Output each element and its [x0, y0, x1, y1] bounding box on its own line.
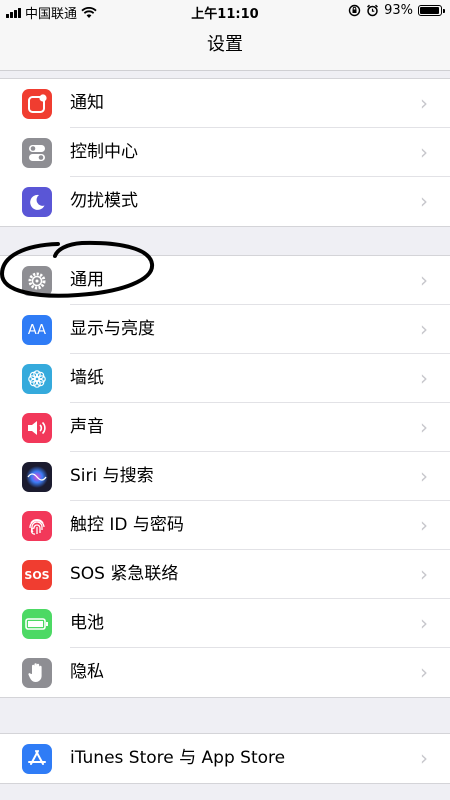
settings-row-label: 声音 [70, 417, 104, 437]
settings-row-control-center[interactable]: 控制中心 › [0, 128, 450, 177]
chevron-right-icon: › [420, 415, 428, 439]
app-store-icon [22, 744, 52, 774]
chevron-right-icon: › [420, 464, 428, 488]
battery-percent: 93% [384, 3, 413, 18]
settings-row-label: 通用 [70, 270, 104, 290]
settings-row-touch-id-passcode[interactable]: 触控 ID 与密码 › [0, 501, 450, 550]
flower-icon [22, 364, 52, 394]
page-title: 设置 [207, 34, 243, 55]
nav-bar: 设置 [0, 22, 450, 71]
moon-icon [22, 187, 52, 217]
chevron-right-icon: › [420, 660, 428, 684]
settings-row-notifications[interactable]: 通知 › [0, 79, 450, 128]
settings-row-label: 电池 [70, 613, 104, 633]
settings-row-label: 触控 ID 与密码 [70, 515, 184, 535]
settings-row-do-not-disturb[interactable]: 勿扰模式 › [0, 177, 450, 226]
battery-fill [420, 7, 439, 14]
chevron-right-icon: › [420, 366, 428, 390]
settings-row-label: 通知 [70, 93, 104, 113]
settings-row-sounds[interactable]: 声音 › [0, 403, 450, 452]
gear-icon [22, 266, 52, 296]
chevron-right-icon: › [420, 513, 428, 537]
chevron-right-icon: › [420, 91, 428, 115]
chevron-right-icon: › [420, 562, 428, 586]
settings-row-siri-search[interactable]: Siri 与搜索 › [0, 452, 450, 501]
toggles-icon [22, 138, 52, 168]
settings-row-display-brightness[interactable]: AA 显示与亮度 › [0, 305, 450, 354]
chevron-right-icon: › [420, 140, 428, 164]
settings-row-label: iTunes Store 与 App Store [70, 748, 286, 768]
notification-icon [22, 89, 52, 119]
settings-row-emergency-sos[interactable]: SOS SOS 紧急联络 › [0, 550, 450, 599]
settings-row-label: 勿扰模式 [70, 191, 138, 211]
siri-icon [22, 462, 52, 492]
settings-row-itunes-app-store[interactable]: iTunes Store 与 App Store › [0, 734, 450, 783]
alarm-icon [367, 4, 379, 17]
battery-icon [418, 5, 445, 16]
speaker-icon [22, 413, 52, 443]
battery-icon [22, 609, 52, 639]
chevron-right-icon: › [420, 317, 428, 341]
chevron-right-icon: › [420, 611, 428, 635]
chevron-right-icon: › [420, 189, 428, 213]
hand-icon [22, 658, 52, 688]
fingerprint-icon [22, 511, 52, 541]
settings-row-label: 控制中心 [70, 142, 138, 162]
settings-row-general[interactable]: 通用 › [0, 256, 450, 305]
settings-row-privacy[interactable]: 隐私 › [0, 648, 450, 697]
settings-group: 通知 › 控制中心 › 勿扰模式 › [0, 78, 450, 227]
orientation-lock-icon [348, 4, 361, 17]
status-right: 93% [348, 3, 445, 18]
chevron-right-icon: › [420, 746, 428, 770]
settings-row-label: Siri 与搜索 [70, 466, 154, 486]
settings-row-label: 墙纸 [70, 368, 104, 388]
text-size-icon: AA [22, 315, 52, 345]
status-bar: 中国联通 上午11:10 93% [0, 0, 450, 22]
settings-row-label: SOS 紧急联络 [70, 564, 179, 584]
settings-row-wallpaper[interactable]: 墙纸 › [0, 354, 450, 403]
settings-row-label: 隐私 [70, 662, 104, 682]
chevron-right-icon: › [420, 268, 428, 292]
sos-icon: SOS [22, 560, 52, 590]
settings-row-label: 显示与亮度 [70, 319, 155, 339]
settings-row-battery[interactable]: 电池 › [0, 599, 450, 648]
settings-group: 通用 › AA 显示与亮度 › 墙纸 › 声音 › Siri 与搜索 › 触控 ID 与密码 › SOS S… [0, 255, 450, 698]
settings-group: iTunes Store 与 App Store › [0, 733, 450, 784]
